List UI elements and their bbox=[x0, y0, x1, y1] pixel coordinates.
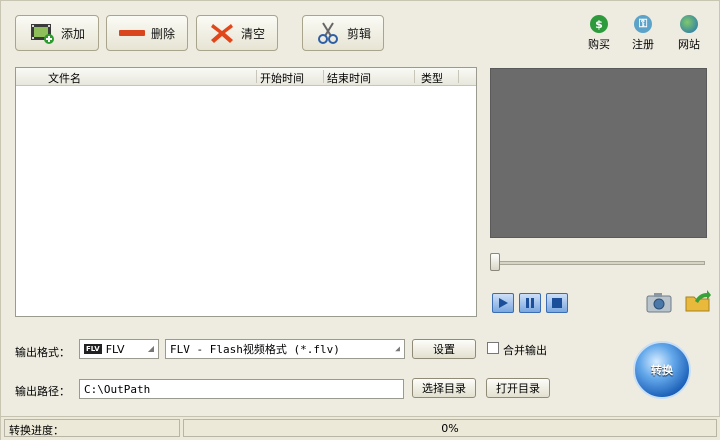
buy-label: 购买 bbox=[588, 38, 610, 51]
file-list-header: 文件名 开始时间 结束时间 类型 bbox=[16, 68, 476, 86]
register-label: 注册 bbox=[632, 38, 654, 51]
chevron-down-icon: ◢ bbox=[147, 344, 154, 353]
choose-directory-button[interactable]: 选择目录 bbox=[412, 378, 476, 398]
seek-slider-track[interactable] bbox=[493, 261, 705, 265]
camera-icon[interactable] bbox=[646, 291, 672, 313]
add-button[interactable]: 添加 bbox=[15, 15, 99, 51]
progress-text: 0% bbox=[441, 422, 459, 435]
column-separator bbox=[414, 70, 415, 83]
format-select[interactable]: FLV FLV ◢ bbox=[79, 339, 159, 359]
clear-button[interactable]: 清空 bbox=[196, 15, 278, 51]
chevron-down-icon: ◢ bbox=[395, 344, 400, 353]
buy-button[interactable]: $ 购买 bbox=[577, 15, 621, 57]
progress-label: 转换进度： bbox=[4, 419, 180, 437]
minus-icon bbox=[118, 30, 145, 36]
output-path-label: 输出路径： bbox=[15, 385, 70, 398]
stop-button[interactable] bbox=[546, 293, 568, 313]
app-window: 添加 删除 清空 剪辑 $ 购买 ⚿ 注册 网站 文件名 开始时间 结束时间 类… bbox=[0, 0, 720, 440]
file-list[interactable]: 文件名 开始时间 结束时间 类型 bbox=[15, 67, 477, 317]
convert-button[interactable]: 转换 bbox=[633, 341, 691, 399]
column-end-time[interactable]: 结束时间 bbox=[327, 70, 371, 86]
delete-button-label: 删除 bbox=[150, 26, 175, 41]
website-label: 网站 bbox=[678, 38, 700, 51]
open-directory-button[interactable]: 打开目录 bbox=[486, 378, 550, 398]
film-add-icon bbox=[30, 24, 54, 44]
settings-button[interactable]: 设置 bbox=[412, 339, 476, 359]
flv-badge-icon: FLV bbox=[84, 344, 102, 354]
output-path-input[interactable]: C:\OutPath bbox=[79, 379, 404, 399]
key-icon: ⚿ bbox=[634, 15, 652, 33]
format-select-value: FLV bbox=[105, 342, 125, 356]
scissors-icon bbox=[317, 22, 338, 44]
column-separator bbox=[323, 70, 324, 83]
column-filename[interactable]: 文件名 bbox=[48, 70, 81, 86]
play-icon bbox=[499, 298, 508, 308]
clip-button-label: 剪辑 bbox=[346, 26, 371, 41]
stop-icon bbox=[552, 298, 562, 308]
clip-button[interactable]: 剪辑 bbox=[302, 15, 384, 51]
website-button[interactable]: 网站 bbox=[667, 15, 711, 57]
merge-output-checkbox[interactable] bbox=[487, 342, 499, 354]
status-bar: 转换进度： 0% bbox=[1, 416, 720, 440]
format-detail-value: FLV - Flash视频格式 (*.flv) bbox=[170, 343, 340, 356]
progress-bar: 0% bbox=[183, 419, 717, 437]
register-button[interactable]: ⚿ 注册 bbox=[621, 15, 665, 57]
open-folder-icon[interactable] bbox=[685, 289, 711, 313]
format-detail-select[interactable]: FLV - Flash视频格式 (*.flv) ◢ bbox=[165, 339, 405, 359]
clear-button-label: 清空 bbox=[240, 26, 265, 41]
video-preview bbox=[490, 68, 707, 238]
dollar-icon: $ bbox=[590, 15, 608, 33]
output-format-label: 输出格式： bbox=[15, 346, 70, 359]
column-type[interactable]: 类型 bbox=[421, 70, 443, 86]
pause-button[interactable] bbox=[519, 293, 541, 313]
seek-slider-thumb[interactable] bbox=[490, 253, 500, 271]
column-separator bbox=[458, 70, 459, 83]
convert-button-label: 转换 bbox=[651, 364, 673, 377]
delete-button[interactable]: 删除 bbox=[106, 15, 188, 51]
globe-icon bbox=[680, 15, 698, 33]
red-x-icon bbox=[210, 24, 233, 43]
play-button[interactable] bbox=[492, 293, 514, 313]
add-button-label: 添加 bbox=[60, 26, 85, 41]
pause-icon bbox=[526, 298, 534, 308]
merge-output-label: 合并输出 bbox=[503, 344, 547, 357]
column-separator bbox=[256, 70, 257, 83]
column-start-time[interactable]: 开始时间 bbox=[260, 70, 304, 86]
